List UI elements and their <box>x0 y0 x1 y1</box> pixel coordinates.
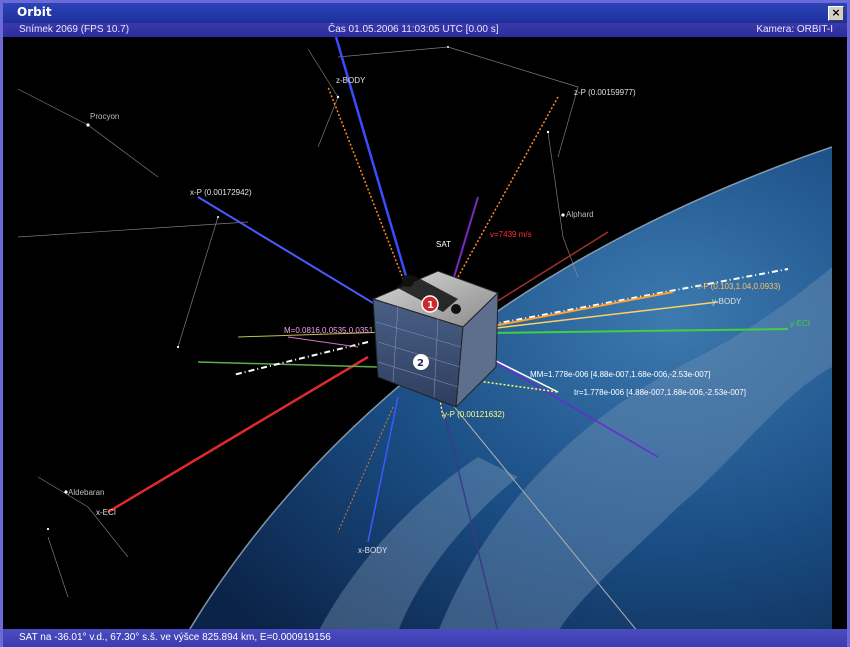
label-z-p: z-P (0.00159977) <box>574 88 636 97</box>
star-label-procyon: Procyon <box>90 112 119 121</box>
close-button[interactable]: × <box>828 6 844 21</box>
label-mm: MM=1.778e-006 [4.88e-007,1.68e-006,-2.53… <box>530 370 710 379</box>
label-m: M=0.0816,0.0535,0.0351 <box>284 326 374 335</box>
star-label-alphard: Alphard <box>566 210 594 219</box>
label-y-eci: y-ECI <box>790 319 810 328</box>
green-vector-left <box>197 361 379 368</box>
orbit-window: Orbit × Snímek 2069 (FPS 10.7) Čas 01.05… <box>0 0 850 647</box>
label-x-p: x-P (0.00172942) <box>190 188 252 197</box>
title-bar[interactable]: Orbit × <box>3 3 847 23</box>
x-p-vector <box>197 196 389 313</box>
sat-label: SAT <box>436 240 451 249</box>
info-bar: Snímek 2069 (FPS 10.7) Čas 01.05.2006 11… <box>3 23 847 37</box>
camera-mode: Kamera: ORBIT-I <box>756 24 833 35</box>
label-y-body: y-BODY <box>712 297 742 306</box>
label-x-body: x-BODY <box>358 546 388 555</box>
label-x-eci: x-ECI <box>96 508 116 517</box>
z-p-vector <box>457 96 559 278</box>
label-y-p: y-P (0.00121632) <box>443 410 505 419</box>
label-velocity: v=7439 m/s <box>490 230 532 239</box>
m-vector <box>287 336 359 348</box>
label-r-p: r-P (0.103,1.04,0.0933) <box>698 282 781 291</box>
face-number-1: 1 <box>427 300 434 311</box>
label-z-body-top: z-BODY <box>336 76 366 85</box>
position-status-bar: SAT na -36.01° v.d., 67.30° s.š. ve výšc… <box>3 629 847 647</box>
position-readout: SAT na -36.01° v.d., 67.30° s.š. ve výšc… <box>19 632 331 643</box>
close-icon: × <box>831 6 841 19</box>
frame-counter: Snímek 2069 (FPS 10.7) <box>19 24 130 35</box>
star-label-aldebaran: Aldebaran <box>68 488 104 497</box>
3d-viewport[interactable]: Procyon Alphard Aldebaran 1 2 SAT z-BODY… <box>18 37 832 632</box>
scene-svg: Procyon Alphard Aldebaran 1 2 SAT z-BODY… <box>18 37 832 632</box>
window-title: Orbit <box>17 5 52 19</box>
label-tr: tr=1.778e-006 [4.88e-007,1.68e-006,-2.53… <box>574 388 746 397</box>
simulation-time: Čas 01.05.2006 11:03:05 UTC [0.00 s] <box>328 24 499 35</box>
face-number-2: 2 <box>417 358 424 369</box>
